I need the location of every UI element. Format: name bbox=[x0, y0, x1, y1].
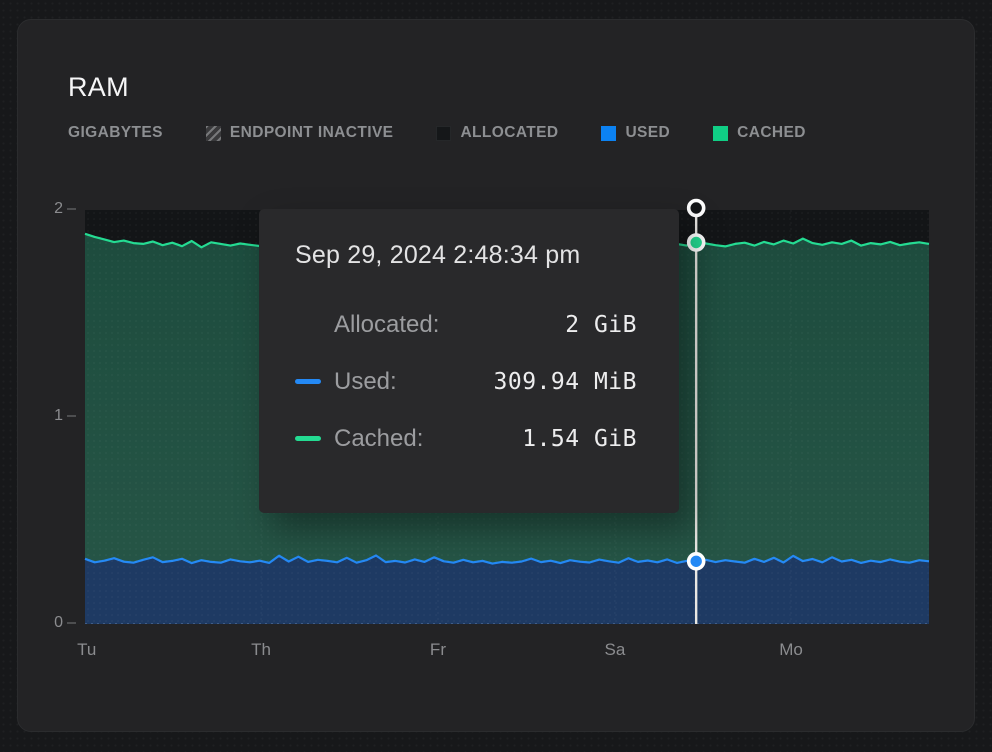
x-axis-tick-th: Th bbox=[251, 640, 271, 660]
legend-item-used[interactable]: USED bbox=[601, 124, 670, 142]
legend-label: USED bbox=[625, 124, 670, 142]
cached-swatch-icon bbox=[713, 126, 728, 141]
legend-unit: GIGABYTES bbox=[68, 124, 163, 142]
tick-dash bbox=[67, 622, 76, 624]
page-title: RAM bbox=[68, 72, 129, 103]
legend-label: CACHED bbox=[737, 124, 806, 142]
used-value: 309.94 MiB bbox=[494, 369, 637, 395]
x-axis-tick-mo: Mo bbox=[779, 640, 803, 660]
x-axis-tick-tu: Tu bbox=[77, 640, 96, 660]
chart-tooltip: Sep 29, 2024 2:48:34 pm Allocated: 2 GiB… bbox=[259, 209, 679, 513]
legend-label: ENDPOINT INACTIVE bbox=[230, 124, 394, 142]
ram-metrics-card: RAM GIGABYTES ENDPOINT INACTIVE ALLOCATE… bbox=[17, 19, 975, 732]
legend-label: ALLOCATED bbox=[460, 124, 558, 142]
tick-dash bbox=[67, 208, 76, 210]
x-axis-tick-fr: Fr bbox=[430, 640, 446, 660]
y-axis-tick-1: 1 bbox=[30, 407, 76, 425]
striped-swatch-icon bbox=[206, 126, 221, 141]
tooltip-row-allocated: Allocated: 2 GiB bbox=[295, 296, 637, 353]
legend-item-cached[interactable]: CACHED bbox=[713, 124, 806, 142]
unit-label: GIGABYTES bbox=[68, 124, 163, 142]
y-axis-tick-2: 2 bbox=[30, 200, 76, 218]
legend-item-endpoint-inactive[interactable]: ENDPOINT INACTIVE bbox=[206, 124, 394, 142]
y-axis-tick-0: 0 bbox=[30, 614, 76, 632]
tooltip-row-cached: Cached: 1.54 GiB bbox=[295, 410, 637, 467]
page-background: { "card": { "title": "RAM" }, "legend": … bbox=[0, 0, 992, 752]
legend-item-allocated[interactable]: ALLOCATED bbox=[436, 124, 558, 142]
allocated-swatch-icon bbox=[436, 126, 451, 141]
allocated-value: 2 GiB bbox=[565, 312, 637, 338]
tooltip-row-used: Used: 309.94 MiB bbox=[295, 353, 637, 410]
used-swatch-icon bbox=[601, 126, 616, 141]
cached-value: 1.54 GiB bbox=[522, 426, 637, 452]
tick-dash bbox=[67, 415, 76, 417]
x-axis-tick-sa: Sa bbox=[605, 640, 626, 660]
chart-legend: GIGABYTES ENDPOINT INACTIVE ALLOCATED US… bbox=[68, 124, 934, 142]
used-dash-icon bbox=[295, 379, 321, 384]
cached-dash-icon bbox=[295, 436, 321, 441]
tooltip-timestamp: Sep 29, 2024 2:48:34 pm bbox=[295, 241, 637, 270]
